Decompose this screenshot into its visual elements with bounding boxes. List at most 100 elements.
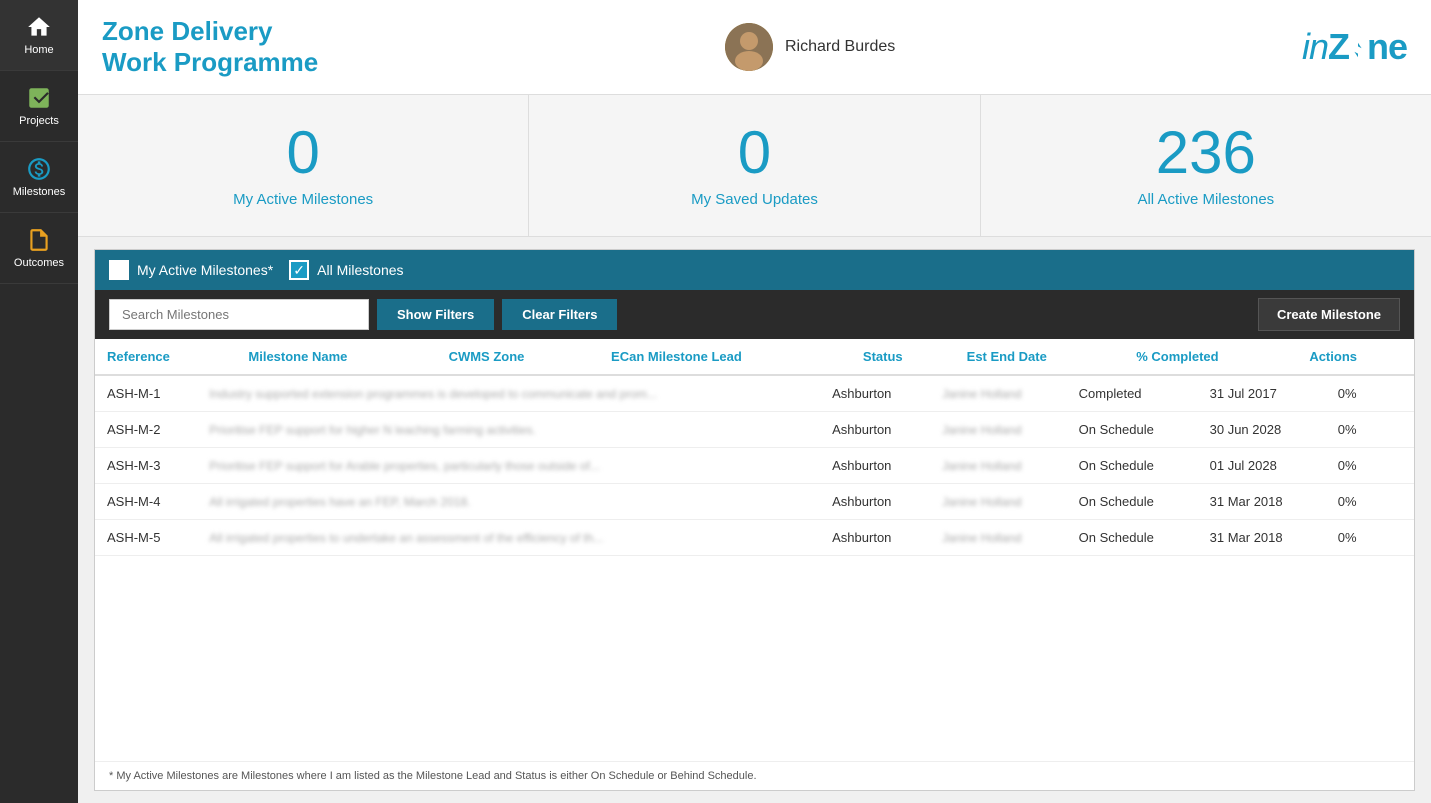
stat-label-1: My Saved Updates [691, 191, 818, 208]
cell-name-1: Prioritise FEP support for higher N leac… [197, 412, 820, 448]
table-body: ASH-M-1 Industry supported extension pro… [95, 376, 1414, 556]
table-body-table: ASH-M-1 Industry supported extension pro… [95, 376, 1414, 556]
stat-label-0: My Active Milestones [233, 191, 373, 208]
cell-status-0: Completed [1067, 376, 1198, 412]
checkbox-all-milestones-label: All Milestones [317, 262, 403, 278]
cell-actions-3 [1382, 484, 1414, 520]
cell-lead-2: Janine Holland [930, 448, 1067, 484]
cell-date-2: 01 Jul 2028 [1198, 448, 1326, 484]
cell-actions-0 [1382, 376, 1414, 412]
table-head: Reference Milestone Name CWMS Zone ECan … [95, 339, 1414, 375]
cell-date-1: 30 Jun 2028 [1198, 412, 1326, 448]
cell-lead-4: Janine Holland [930, 520, 1067, 556]
checkbox-group-1[interactable]: My Active Milestones* [109, 260, 273, 280]
cell-reference-2: ASH-M-3 [95, 448, 197, 484]
sidebar-item-outcomes[interactable]: Outcomes [0, 213, 78, 284]
show-filters-button[interactable]: Show Filters [377, 299, 494, 330]
cell-reference-0: ASH-M-1 [95, 376, 197, 412]
filter-bar: Show Filters Clear Filters Create Milest… [95, 290, 1414, 339]
stat-number-2: 236 [1156, 123, 1256, 183]
cell-reference-3: ASH-M-4 [95, 484, 197, 520]
table-row: ASH-M-5 All irrigated properties to unde… [95, 520, 1414, 556]
cell-pct-1: 0% [1326, 412, 1383, 448]
sidebar-label-outcomes: Outcomes [14, 257, 64, 269]
cell-pct-0: 0% [1326, 376, 1383, 412]
checkbox-all-milestones[interactable]: ✓ [289, 260, 309, 280]
cell-zone-0: Ashburton [820, 376, 930, 412]
cell-zone-2: Ashburton [820, 448, 930, 484]
main-content: Zone Delivery Work Programme Richard Bur… [78, 0, 1431, 803]
col-zone: CWMS Zone [437, 339, 599, 375]
cell-pct-3: 0% [1326, 484, 1383, 520]
cell-name-4: All irrigated properties to undertake an… [197, 520, 820, 556]
sidebar: Home Projects Milestones Outcomes [0, 0, 78, 803]
cell-status-3: On Schedule [1067, 484, 1198, 520]
cell-zone-3: Ashburton [820, 484, 930, 520]
checkbox-active-milestones-label: My Active Milestones* [137, 262, 273, 278]
table-container: My Active Milestones* ✓ All Milestones S… [94, 249, 1415, 791]
col-status: Status [851, 339, 955, 375]
table-row: ASH-M-2 Prioritise FEP support for highe… [95, 412, 1414, 448]
avatar [725, 23, 773, 71]
table-header-row: Reference Milestone Name CWMS Zone ECan … [95, 339, 1414, 375]
table-row: ASH-M-1 Industry supported extension pro… [95, 376, 1414, 412]
search-input[interactable] [109, 299, 369, 330]
user-info: Richard Burdes [725, 23, 895, 71]
sidebar-item-home[interactable]: Home [0, 0, 78, 71]
cell-date-0: 31 Jul 2017 [1198, 376, 1326, 412]
cell-actions-1 [1382, 412, 1414, 448]
stat-label-2: All Active Milestones [1137, 191, 1274, 208]
stat-all-milestones: 236 All Active Milestones [981, 95, 1431, 236]
table-scroll[interactable]: ASH-M-1 Industry supported extension pro… [95, 376, 1414, 761]
cell-zone-1: Ashburton [820, 412, 930, 448]
table-row: ASH-M-4 All irrigated properties have an… [95, 484, 1414, 520]
projects-icon [26, 85, 52, 111]
col-actions: Actions [1297, 339, 1414, 375]
table-row: ASH-M-3 Prioritise FEP support for Arabl… [95, 448, 1414, 484]
header: Zone Delivery Work Programme Richard Bur… [78, 0, 1431, 95]
checkbox-active-milestones[interactable] [109, 260, 129, 280]
milestones-icon [26, 156, 52, 182]
inzone-logo: inZne [1302, 26, 1407, 68]
data-table: Reference Milestone Name CWMS Zone ECan … [95, 339, 1414, 376]
cell-lead-1: Janine Holland [930, 412, 1067, 448]
outcomes-icon [26, 227, 52, 253]
cell-status-2: On Schedule [1067, 448, 1198, 484]
header-title: Zone Delivery Work Programme [102, 16, 318, 78]
create-milestone-button[interactable]: Create Milestone [1258, 298, 1400, 331]
cell-actions-2 [1382, 448, 1414, 484]
cell-status-4: On Schedule [1067, 520, 1198, 556]
page-title: Zone Delivery Work Programme [102, 16, 318, 78]
col-reference: Reference [95, 339, 236, 375]
cell-reference-4: ASH-M-5 [95, 520, 197, 556]
cell-name-2: Prioritise FEP support for Arable proper… [197, 448, 820, 484]
home-icon [26, 14, 52, 40]
cell-pct-4: 0% [1326, 520, 1383, 556]
col-end-date: Est End Date [955, 339, 1125, 375]
clear-filters-button[interactable]: Clear Filters [502, 299, 617, 330]
stat-saved-updates: 0 My Saved Updates [529, 95, 980, 236]
cell-lead-0: Janine Holland [930, 376, 1067, 412]
avatar-image [725, 23, 773, 71]
stat-number-0: 0 [286, 123, 319, 183]
cell-date-3: 31 Mar 2018 [1198, 484, 1326, 520]
cell-actions-4 [1382, 520, 1414, 556]
table-toolbar: My Active Milestones* ✓ All Milestones [95, 250, 1414, 290]
cell-reference-1: ASH-M-2 [95, 412, 197, 448]
sidebar-item-milestones[interactable]: Milestones [0, 142, 78, 213]
sidebar-label-home: Home [24, 44, 53, 56]
sidebar-item-projects[interactable]: Projects [0, 71, 78, 142]
col-name: Milestone Name [236, 339, 436, 375]
checkbox-group-2[interactable]: ✓ All Milestones [289, 260, 403, 280]
cell-name-0: Industry supported extension programmes … [197, 376, 820, 412]
content-area: My Active Milestones* ✓ All Milestones S… [78, 237, 1431, 803]
stats-row: 0 My Active Milestones 0 My Saved Update… [78, 95, 1431, 237]
sidebar-label-projects: Projects [19, 115, 59, 127]
cell-date-4: 31 Mar 2018 [1198, 520, 1326, 556]
cell-pct-2: 0% [1326, 448, 1383, 484]
col-lead: ECan Milestone Lead [599, 339, 851, 375]
stat-number-1: 0 [738, 123, 771, 183]
user-name: Richard Burdes [785, 38, 895, 56]
footer-note: * My Active Milestones are Milestones wh… [95, 761, 1414, 790]
cell-lead-3: Janine Holland [930, 484, 1067, 520]
